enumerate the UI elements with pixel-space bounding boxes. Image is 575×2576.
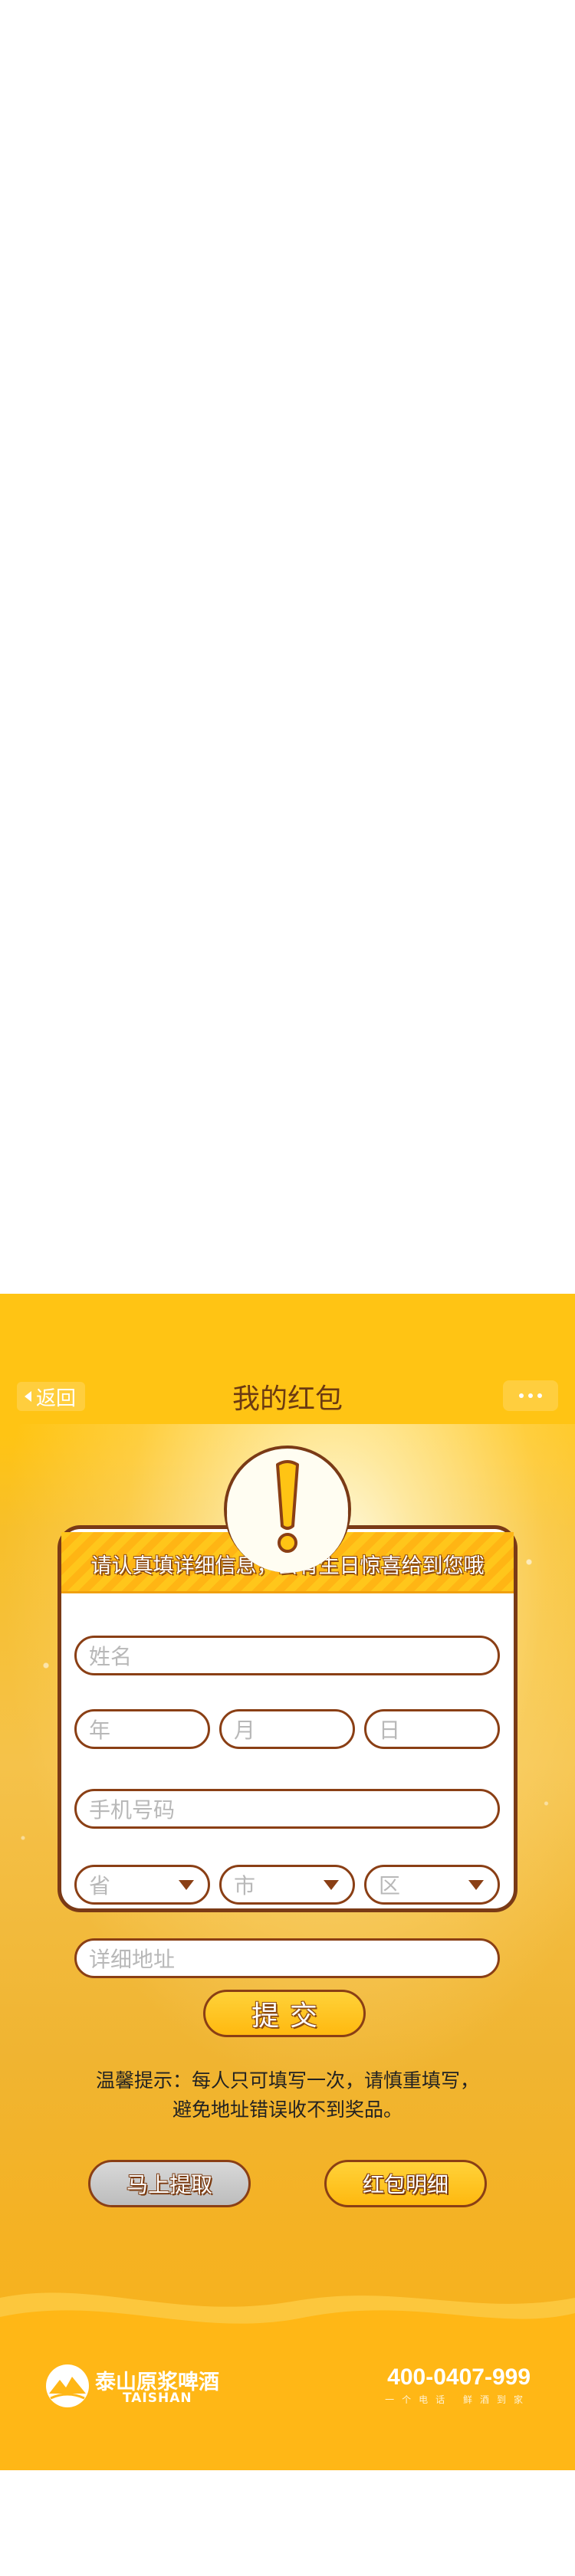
hotline-slogan: 一个电话 鲜酒到家 — [385, 2394, 531, 2405]
day-placeholder: 日 — [379, 1718, 401, 1743]
day-input[interactable]: 日 — [364, 1709, 500, 1749]
more-dots-icon — [519, 1393, 524, 1398]
address-placeholder: 详细地址 — [89, 1947, 176, 1972]
year-placeholder: 年 — [89, 1718, 111, 1743]
more-button[interactable] — [503, 1380, 558, 1411]
city-placeholder: 市 — [234, 1873, 256, 1898]
submit-button[interactable]: 提交 — [203, 1990, 366, 2037]
year-input[interactable]: 年 — [74, 1709, 210, 1749]
phone-input[interactable]: 手机号码 — [74, 1789, 500, 1829]
tip-text: 温馨提示：每人只可填写一次，请慎重填写， 避免地址错误收不到奖品。 — [73, 2066, 502, 2125]
city-select[interactable]: 市 — [219, 1865, 355, 1905]
brand-name-en: TAISHAN — [123, 2391, 192, 2406]
phone-placeholder: 手机号码 — [89, 1797, 176, 1823]
dropdown-arrow-icon — [324, 1880, 339, 1890]
province-placeholder: 省 — [89, 1873, 111, 1898]
hotline-number: 400-0407-999 — [387, 2364, 531, 2390]
province-select[interactable]: 省 — [74, 1865, 210, 1905]
district-select[interactable]: 区 — [364, 1865, 500, 1905]
dropdown-arrow-icon — [179, 1880, 194, 1890]
name-input[interactable]: 姓名 — [74, 1636, 500, 1675]
page: 返回 我的红包 请认真填详细信息，会有生日惊喜给到您哦 姓名 年 月 日 — [0, 0, 575, 2576]
district-placeholder: 区 — [379, 1873, 401, 1898]
red-packet-detail-button[interactable]: 红包明细 — [324, 2160, 487, 2207]
app-frame: 返回 我的红包 请认真填详细信息，会有生日惊喜给到您哦 姓名 年 月 日 — [0, 1294, 575, 2470]
exclamation-icon — [276, 1460, 299, 1553]
address-input[interactable]: 详细地址 — [74, 1938, 500, 1978]
page-title: 我的红包 — [232, 1383, 343, 1415]
brand-logo-icon — [46, 2364, 89, 2407]
header-bar: 返回 我的红包 — [0, 1294, 575, 1424]
dropdown-arrow-icon — [468, 1880, 484, 1890]
more-dot — [528, 1393, 533, 1398]
month-placeholder: 月 — [234, 1718, 256, 1743]
more-dot — [537, 1393, 542, 1398]
tip-line-2: 避免地址错误收不到奖品。 — [172, 2099, 402, 2121]
tip-line-1: 温馨提示：每人只可填写一次，请慎重填写， — [95, 2069, 479, 2092]
name-placeholder: 姓名 — [89, 1644, 133, 1669]
month-input[interactable]: 月 — [219, 1709, 355, 1749]
claim-now-button[interactable]: 马上提取 — [88, 2160, 251, 2207]
